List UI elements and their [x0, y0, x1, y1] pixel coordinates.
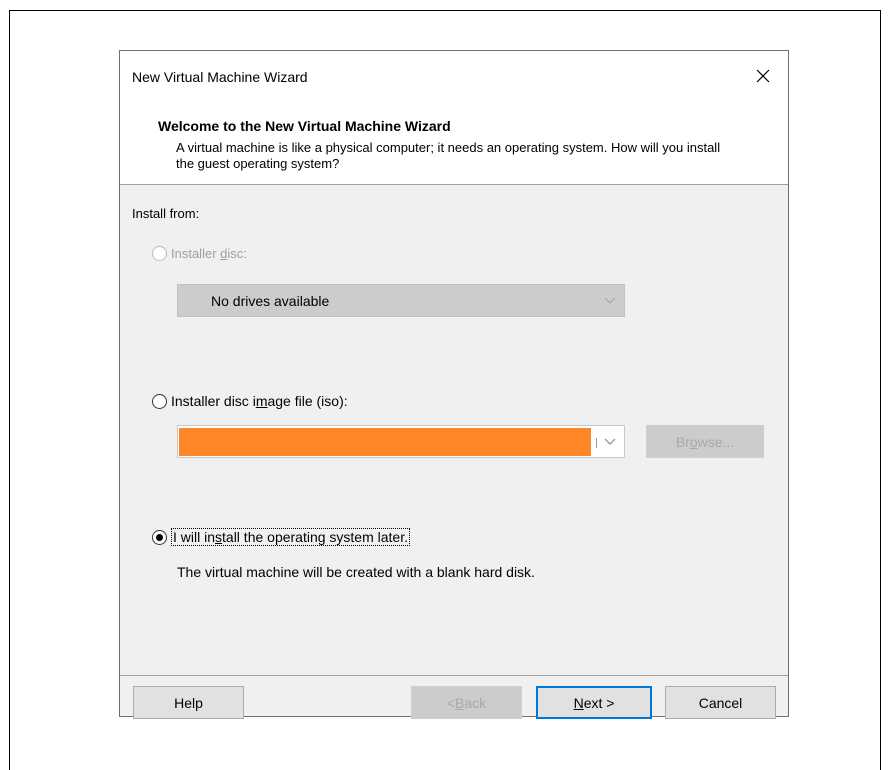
close-button[interactable]	[748, 63, 778, 89]
new-vm-wizard-dialog: New Virtual Machine Wizard Welcome to th…	[119, 50, 789, 719]
header-description: A virtual machine is like a physical com…	[176, 140, 721, 171]
cancel-button[interactable]: Cancel	[665, 686, 776, 719]
header-title: Welcome to the New Virtual Machine Wizar…	[158, 118, 451, 134]
drive-select-value: No drives available	[211, 292, 330, 309]
installer-disc-option[interactable]: Installer disc:	[152, 246, 247, 261]
install-from-label: Install from:	[132, 206, 200, 221]
iso-file-option[interactable]: Installer disc image file (iso):	[152, 393, 348, 409]
install-later-radio[interactable]	[152, 529, 167, 545]
drive-select[interactable]: No drives available	[177, 284, 625, 317]
iso-path-combo[interactable]	[177, 425, 625, 458]
browse-button[interactable]: Br o wse...	[646, 425, 764, 458]
close-icon	[756, 69, 770, 83]
install-later-label: I will install the operating system late…	[171, 528, 411, 546]
window-title: New Virtual Machine Wizard	[132, 69, 308, 85]
text-cursor	[596, 438, 597, 448]
installer-disc-label: Installer disc:	[171, 246, 247, 261]
install-later-option[interactable]: I will install the operating system late…	[152, 528, 411, 546]
chevron-down-icon	[604, 297, 616, 304]
footer-divider	[120, 675, 788, 676]
title-bar: New Virtual Machine Wizard	[120, 51, 788, 106]
wizard-header: Welcome to the New Virtual Machine Wizar…	[120, 106, 788, 185]
iso-file-label: Installer disc image file (iso):	[171, 393, 348, 409]
back-button[interactable]: < Back	[411, 686, 522, 719]
installer-disc-radio[interactable]	[152, 246, 167, 261]
install-later-note: The virtual machine will be created with…	[177, 564, 535, 580]
help-button[interactable]: Help	[133, 686, 244, 719]
iso-path-input[interactable]	[179, 428, 591, 456]
next-button[interactable]: Next >	[536, 686, 652, 719]
iso-file-radio[interactable]	[152, 393, 167, 409]
chevron-down-icon[interactable]	[604, 438, 616, 446]
